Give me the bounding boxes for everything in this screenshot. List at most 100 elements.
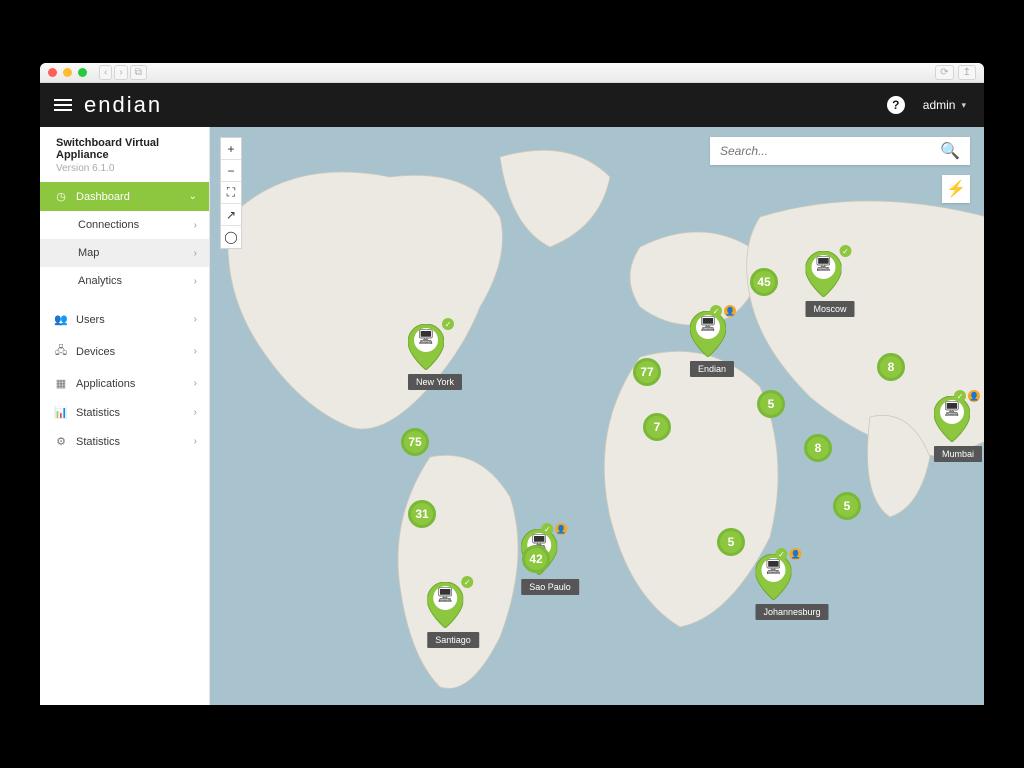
- window-close-dot[interactable]: [48, 68, 57, 77]
- map-pin-label: Moscow: [805, 301, 854, 317]
- map-cluster[interactable]: 5: [717, 528, 745, 556]
- browser-forward-icon[interactable]: ›: [114, 65, 127, 80]
- device-icon: 🖥: [699, 316, 717, 333]
- chevron-right-icon: ›: [194, 314, 197, 325]
- help-icon[interactable]: ?: [887, 96, 905, 114]
- sidebar-item-applications[interactable]: ▦Applications›: [40, 369, 209, 398]
- map-pin-moscow[interactable]: 🖥✓Moscow: [805, 251, 854, 317]
- search-icon[interactable]: 🔍: [940, 141, 960, 161]
- settings-icon: ⚙: [54, 435, 68, 448]
- map-cluster[interactable]: 45: [750, 268, 778, 296]
- window-minimize-dot[interactable]: [63, 68, 72, 77]
- sidebar-item-statistics2[interactable]: ⚙Statistics›: [40, 427, 209, 456]
- map-pin-label: Endian: [690, 361, 734, 377]
- map-pin-hq[interactable]: 🖥✓👤 Endian: [690, 311, 734, 377]
- chevron-down-icon: ▾: [961, 100, 966, 111]
- zoom-out-button[interactable]: −: [221, 160, 241, 182]
- user-menu[interactable]: admin ▾: [919, 92, 970, 118]
- status-ok-icon: ✓: [541, 523, 553, 535]
- map-pin-label: Santiago: [427, 632, 479, 648]
- statistics-icon: 📊: [54, 406, 68, 419]
- device-icon: 🖥: [765, 559, 783, 576]
- status-user-icon: 👤: [555, 523, 567, 535]
- map-cluster[interactable]: 7: [643, 413, 671, 441]
- browser-share-icon[interactable]: ↥: [958, 65, 976, 80]
- map-pin-icon: 🖥✓👤: [690, 311, 726, 357]
- browser-tabs-icon[interactable]: ⧉: [130, 65, 147, 80]
- app-header: endian ? admin ▾: [40, 83, 984, 127]
- world-map-svg: [210, 127, 984, 705]
- map-cluster[interactable]: 42: [522, 545, 550, 573]
- sidebar-item-statistics[interactable]: 📊Statistics›: [40, 398, 209, 427]
- cluster-count: 75: [401, 428, 429, 456]
- map-cluster[interactable]: 5: [757, 390, 785, 418]
- cluster-count: 5: [757, 390, 785, 418]
- zoom-in-button[interactable]: +: [221, 138, 241, 160]
- browser-back-icon[interactable]: ‹: [99, 65, 112, 80]
- sidebar-item-dashboard[interactable]: ◷Dashboard⌄: [40, 182, 209, 211]
- status-user-icon: 👤: [724, 305, 736, 317]
- devices-icon: 🖧: [54, 342, 68, 361]
- cluster-count: 31: [408, 500, 436, 528]
- map-pin-mumbai[interactable]: 🖥✓👤Mumbai: [934, 396, 982, 462]
- sidebar-item-label: Users: [76, 314, 186, 326]
- map-pin-santiago[interactable]: 🖥✓Santiago: [427, 582, 479, 648]
- locate-button[interactable]: ◯: [221, 226, 241, 248]
- map-tools: + − ⛶ ↗ ◯: [220, 137, 242, 249]
- chevron-right-icon: ›: [194, 276, 197, 287]
- map-pin-icon: 🖥✓👤: [934, 396, 970, 442]
- map-pin-newyork[interactable]: 🖥✓New York: [408, 324, 462, 390]
- brand-logo: endian: [84, 92, 162, 118]
- appliance-title: Switchboard Virtual Appliance: [56, 137, 193, 161]
- chevron-right-icon: ›: [194, 220, 197, 231]
- applications-icon: ▦: [54, 377, 68, 390]
- browser-refresh-icon[interactable]: ⟳: [935, 65, 953, 80]
- status-ok-icon: ✓: [710, 305, 722, 317]
- sidebar-item-users[interactable]: 👥 Users ›: [40, 305, 209, 334]
- cluster-count: 8: [804, 434, 832, 462]
- search-input[interactable]: [720, 144, 940, 158]
- sidebar-header: Switchboard Virtual Appliance Version 6.…: [40, 127, 209, 182]
- map-canvas[interactable]: + − ⛶ ↗ ◯ 🔍 ⚡ 🖥✓New York🖥✓👤Endian🖥✓Mosco…: [210, 127, 984, 705]
- map-cluster[interactable]: 75: [401, 428, 429, 456]
- device-icon: 🖥: [943, 401, 961, 418]
- sidebar-item-devices[interactable]: 🖧 Devices ›: [40, 334, 209, 369]
- sidebar-item-label: Applications: [76, 378, 186, 390]
- chevron-right-icon: ›: [194, 346, 197, 357]
- status-ok-icon: ✓: [442, 318, 454, 330]
- map-pin-johannesburg[interactable]: 🖥✓👤Johannesburg: [755, 554, 828, 620]
- map-pin-label: New York: [408, 374, 462, 390]
- map-pin-label: Johannesburg: [755, 604, 828, 620]
- chevron-right-icon: ›: [194, 248, 197, 259]
- bolt-icon: ⚡: [946, 179, 966, 199]
- users-icon: 👥: [54, 313, 68, 326]
- map-cluster[interactable]: 8: [877, 353, 905, 381]
- sidebar-item-label: Statistics: [76, 407, 186, 419]
- sidebar-item-label: Connections: [78, 219, 186, 231]
- cluster-count: 7: [643, 413, 671, 441]
- sidebar-item-analytics[interactable]: Analytics ›: [40, 267, 209, 295]
- sidebar-item-map[interactable]: Map ›: [40, 239, 209, 267]
- sidebar-item-label: Analytics: [78, 275, 186, 287]
- cluster-count: 5: [833, 492, 861, 520]
- sidebar-item-label: Map: [78, 247, 186, 259]
- cluster-count: 42: [522, 545, 550, 573]
- map-search: 🔍: [710, 137, 970, 165]
- window-zoom-dot[interactable]: [78, 68, 87, 77]
- appliance-version: Version 6.1.0: [56, 163, 193, 174]
- sidebar-item-label: Devices: [76, 346, 186, 358]
- map-cluster[interactable]: 31: [408, 500, 436, 528]
- quick-action-button[interactable]: ⚡: [942, 175, 970, 203]
- status-ok-icon: ✓: [461, 576, 473, 588]
- fit-button[interactable]: ⛶: [221, 182, 241, 204]
- map-cluster[interactable]: 77: [633, 358, 661, 386]
- map-cluster[interactable]: 5: [833, 492, 861, 520]
- chevron-down-icon: ⌄: [189, 191, 197, 202]
- status-ok-icon: ✓: [775, 548, 787, 560]
- export-button[interactable]: ↗: [221, 204, 241, 226]
- browser-chrome: ‹ › ⧉ ⟳ ↥: [40, 63, 984, 83]
- map-cluster[interactable]: 8: [804, 434, 832, 462]
- status-user-icon: 👤: [968, 390, 980, 402]
- sidebar-item-connections[interactable]: Connections ›: [40, 211, 209, 239]
- menu-toggle-icon[interactable]: [54, 99, 72, 111]
